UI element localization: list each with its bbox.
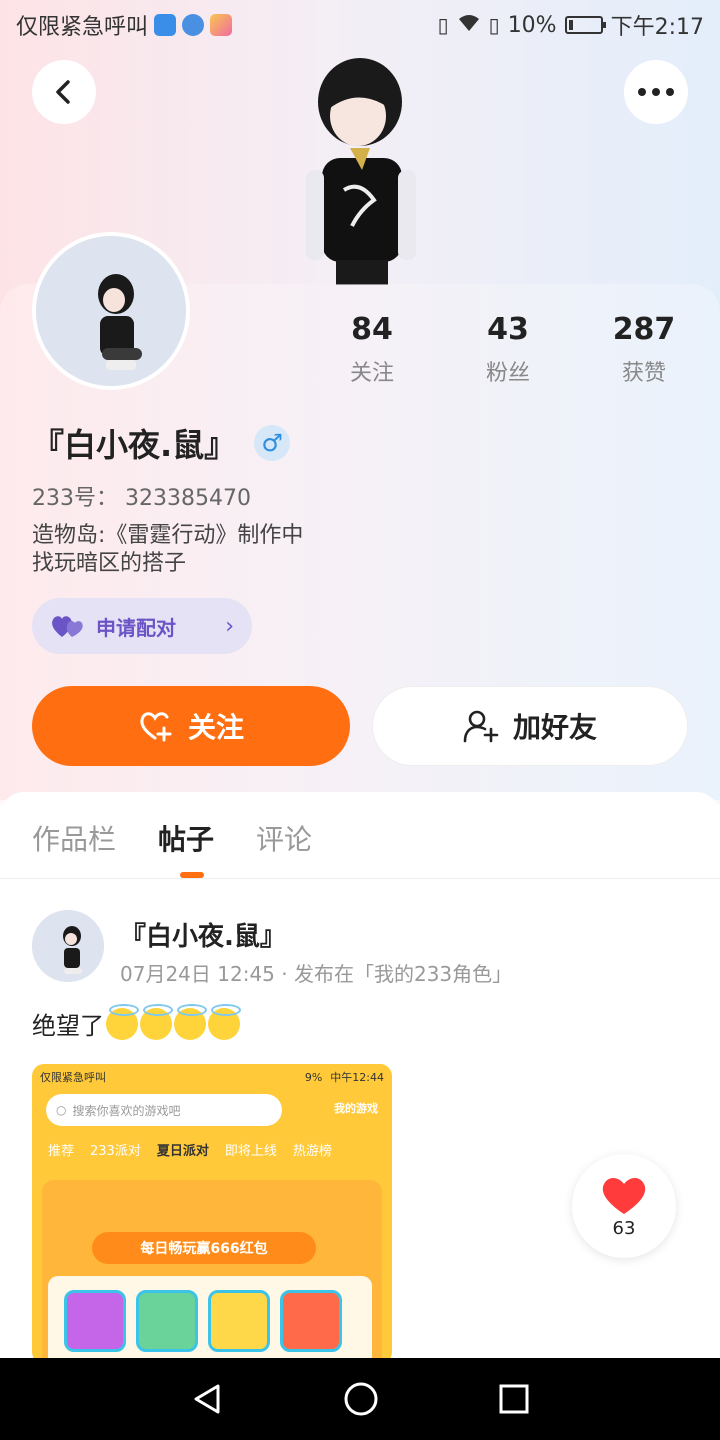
stats-row: 84 关注 43 粉丝 287 获赞 (304, 312, 714, 387)
image-card (136, 1290, 198, 1352)
profile-tabs: 作品栏 帖子 评论 (32, 818, 312, 858)
follow-label: 关注 (187, 711, 244, 744)
divider (0, 878, 720, 879)
stat-label: 关注 (349, 361, 394, 386)
name-row: 『白小夜.鼠』 ♂ (32, 420, 291, 466)
image-tab: 推荐 (48, 1144, 75, 1159)
search-icon: ○ (56, 1103, 67, 1117)
image-battery: 9% (304, 1070, 323, 1084)
image-search-placeholder: 搜索你喜欢的游戏吧 (72, 1103, 181, 1118)
clock: 下午2:17 (610, 15, 704, 40)
system-nav-bar (0, 1358, 720, 1440)
image-tab: 热游榜 (292, 1144, 332, 1159)
add-friend-button[interactable]: 加好友 (372, 686, 688, 766)
male-icon: ♂ (254, 425, 291, 461)
image-tab: 即将上线 (224, 1144, 277, 1159)
battery-percent: 10% (507, 12, 557, 38)
stat-followers[interactable]: 43 粉丝 (440, 312, 576, 387)
post-author-avatar[interactable] (32, 910, 104, 982)
nav-recents-icon[interactable] (498, 1383, 530, 1415)
image-card (64, 1290, 126, 1352)
stat-value: 84 (351, 312, 393, 347)
bio: 造物岛:《雷霆行动》制作中 找玩暗区的搭子 (32, 522, 303, 578)
profile-name: 『白小夜.鼠』 (32, 426, 237, 464)
bio-line: 找玩暗区的搭子 (32, 551, 187, 576)
image-status-bar: 仅限紧急呼叫 9% 中午12:44 (32, 1064, 392, 1090)
store-app-icon (210, 14, 233, 36)
tab-comments[interactable]: 评论 (256, 818, 312, 858)
image-card (208, 1290, 270, 1352)
pair-label: 申请配对 (96, 615, 176, 640)
follow-button[interactable]: 关注 (32, 686, 350, 766)
post-text: 绝望了 (32, 1003, 241, 1041)
profile-avatar[interactable] (32, 232, 190, 390)
nav-home-icon[interactable] (343, 1381, 379, 1417)
tab-posts[interactable]: 帖子 (158, 818, 214, 858)
stat-label: 获赞 (621, 361, 666, 386)
like-count: 63 (612, 1217, 636, 1239)
image-my-games: 我的游戏 (334, 1102, 378, 1115)
stat-likes[interactable]: 287 获赞 (576, 312, 712, 387)
shield-app-icon (154, 14, 177, 36)
user-id: 233号： 323385470 (32, 486, 251, 511)
sim-icon: ▯ (488, 13, 500, 37)
browser-app-icon (182, 14, 205, 36)
image-tab: 夏日派对 (156, 1144, 209, 1159)
like-button[interactable]: 63 (572, 1154, 676, 1258)
more-dots-icon (638, 88, 674, 96)
image-tabs: 推荐 233派对 夏日派对 即将上线 热游榜 (32, 1126, 392, 1159)
stat-label: 粉丝 (485, 361, 530, 386)
more-button[interactable] (624, 60, 688, 124)
heart-plus-icon (140, 712, 172, 742)
add-friend-label: 加好友 (512, 711, 597, 744)
smiling-face-with-halo-icon (208, 1003, 241, 1040)
stat-following[interactable]: 84 关注 (304, 312, 440, 387)
image-time: 中午12:44 (330, 1071, 384, 1084)
chevron-right-icon: › (225, 613, 234, 639)
post-meta: 07月24日 12:45 · 发布在「我的233角色」 (120, 962, 513, 986)
nav-back-icon[interactable] (190, 1382, 224, 1416)
content-sheet: 作品栏 帖子 评论 『白小夜.鼠』 07月24日 12:45 · 发布在「我的2… (0, 792, 720, 1358)
heart-icon (602, 1177, 646, 1214)
image-card (280, 1290, 342, 1352)
battery-icon (564, 16, 606, 34)
stat-value: 287 (612, 312, 676, 347)
smiling-face-with-halo-icon (174, 1003, 207, 1040)
add-user-icon (463, 710, 499, 743)
post-author-name[interactable]: 『白小夜.鼠』 (120, 916, 286, 953)
bio-line: 造物岛:《雷霆行动》制作中 (32, 523, 304, 548)
double-heart-icon (52, 616, 83, 637)
image-tab: 233派对 (90, 1144, 141, 1159)
image-cards (48, 1276, 372, 1358)
smiling-face-with-halo-icon (106, 1003, 139, 1040)
vibrate-icon: ▯ (437, 13, 449, 37)
tab-works[interactable]: 作品栏 (32, 818, 116, 858)
post-image[interactable]: 仅限紧急呼叫 9% 中午12:44 ○ 搜索你喜欢的游戏吧 我的游戏 推荐 23… (32, 1064, 392, 1358)
post-body: 绝望了 (32, 1012, 104, 1040)
image-search-box: ○ 搜索你喜欢的游戏吧 (46, 1094, 282, 1126)
chevron-left-icon (56, 80, 70, 104)
back-button[interactable] (32, 60, 96, 124)
wifi-icon (457, 13, 481, 38)
status-bar: 仅限紧急呼叫 ▯ ▯ 10% 下午2:17 (0, 0, 720, 50)
smiling-face-with-halo-icon (140, 1003, 173, 1040)
pair-request-button[interactable]: 申请配对 › (32, 598, 252, 654)
avatar-3d-character (300, 50, 420, 285)
carrier-text: 仅限紧急呼叫 (16, 15, 149, 40)
image-carrier: 仅限紧急呼叫 (40, 1071, 106, 1084)
stat-value: 43 (487, 312, 529, 347)
image-banner: 每日畅玩赢666红包 (92, 1232, 316, 1264)
